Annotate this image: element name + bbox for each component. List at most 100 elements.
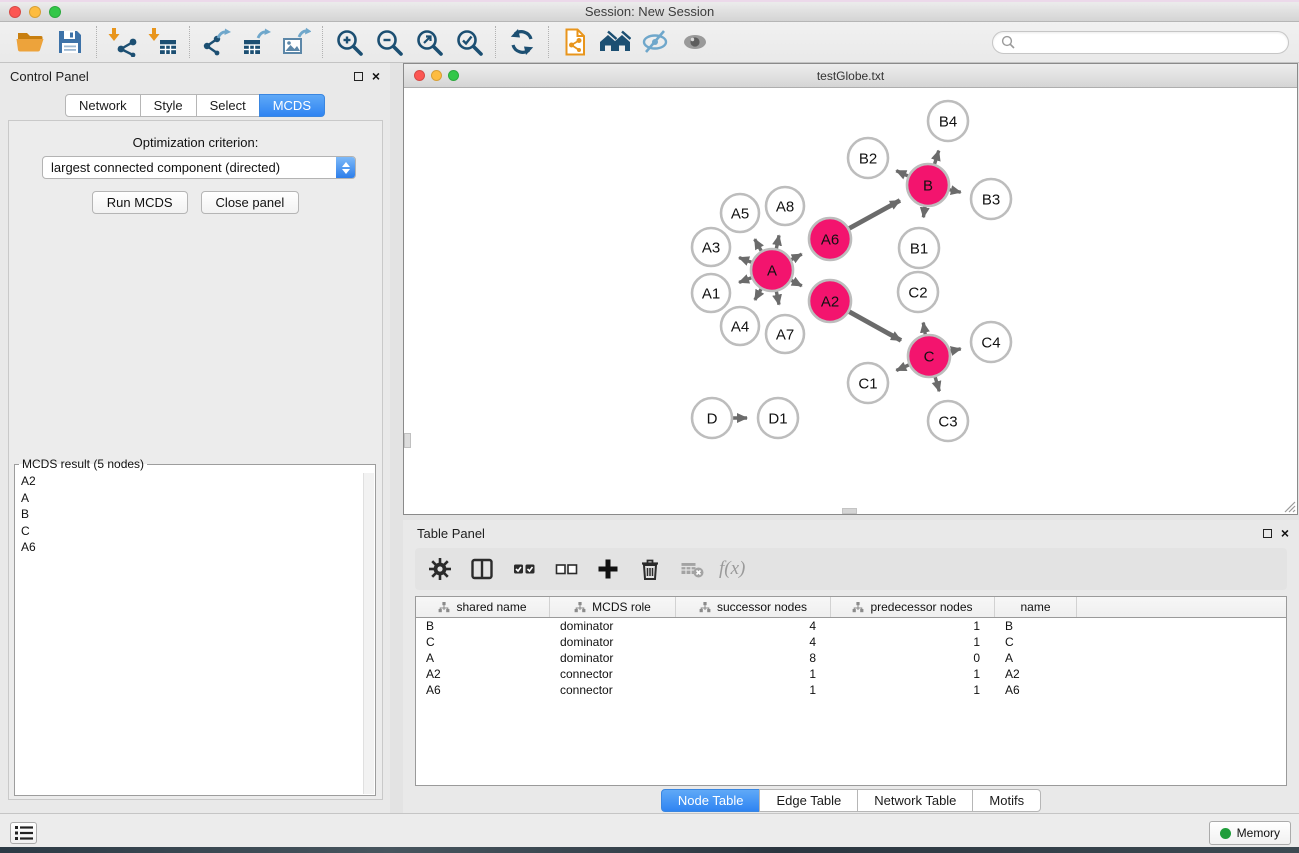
close-panel-button[interactable]: Close panel (201, 191, 300, 214)
graph-node-C3[interactable]: C3 (928, 401, 968, 441)
graph-node-D[interactable]: D (692, 398, 732, 438)
criterion-select[interactable]: largest connected component (directed) (42, 156, 356, 179)
column-header-shared-name[interactable]: shared name (416, 597, 550, 617)
zoom-selected-button[interactable] (449, 24, 489, 60)
graph-node-C4[interactable]: C4 (971, 322, 1011, 362)
graph-node-A1[interactable]: A1 (692, 274, 730, 312)
save-session-button[interactable] (50, 24, 90, 60)
table-cell[interactable]: B (416, 618, 550, 634)
tab-mcds[interactable]: MCDS (259, 94, 325, 117)
vertical-scroll-nub[interactable] (404, 433, 411, 448)
table-cell[interactable]: 1 (676, 682, 831, 698)
tab-select[interactable]: Select (196, 94, 260, 117)
import-table-button[interactable] (143, 24, 183, 60)
table-row[interactable]: Bdominator41B (416, 618, 1286, 634)
run-mcds-button[interactable]: Run MCDS (92, 191, 188, 214)
mcds-result-item[interactable]: C (16, 523, 362, 540)
graph-node-B4[interactable]: B4 (928, 101, 968, 141)
graph-node-A[interactable]: A (751, 249, 793, 291)
table-cell[interactable]: A (995, 650, 1077, 666)
graph-node-B1[interactable]: B1 (899, 228, 939, 268)
deselect-all-columns-button[interactable] (549, 552, 583, 586)
add-column-button[interactable] (591, 552, 625, 586)
tab-node-table[interactable]: Node Table (661, 789, 761, 812)
column-header-name[interactable]: name (995, 597, 1077, 617)
tab-edge-table[interactable]: Edge Table (759, 789, 858, 812)
show-all-button[interactable] (675, 24, 715, 60)
graph-node-A8[interactable]: A8 (766, 187, 804, 225)
graph-node-A7[interactable]: A7 (766, 315, 804, 353)
table-cell[interactable]: connector (550, 666, 676, 682)
float-panel-icon[interactable] (354, 72, 363, 81)
graph-node-B2[interactable]: B2 (848, 138, 888, 178)
table-row[interactable]: A6connector11A6 (416, 682, 1286, 698)
import-network-button[interactable] (103, 24, 143, 60)
mcds-result-item[interactable]: B (16, 506, 362, 523)
resize-grip[interactable] (1283, 500, 1296, 513)
tab-network-table[interactable]: Network Table (857, 789, 973, 812)
table-cell[interactable]: 1 (831, 634, 995, 650)
table-cell[interactable]: A (416, 650, 550, 666)
show-columns-button[interactable] (465, 552, 499, 586)
function-builder-button[interactable]: f(x) (719, 558, 745, 580)
graph-node-C2[interactable]: C2 (898, 272, 938, 312)
memory-button[interactable]: Memory (1209, 821, 1291, 845)
table-cell[interactable]: C (416, 634, 550, 650)
float-table-panel-icon[interactable] (1263, 529, 1272, 538)
table-cell[interactable]: 1 (676, 666, 831, 682)
hide-selected-button[interactable] (635, 24, 675, 60)
table-cell[interactable]: connector (550, 682, 676, 698)
table-cell[interactable]: 8 (676, 650, 831, 666)
table-cell[interactable]: B (995, 618, 1077, 634)
close-panel-icon[interactable]: × (372, 71, 380, 81)
zoom-in-button[interactable] (329, 24, 369, 60)
close-table-panel-icon[interactable]: × (1281, 528, 1289, 538)
table-cell[interactable]: dominator (550, 650, 676, 666)
delete-table-button[interactable] (675, 552, 709, 586)
graph-node-C1[interactable]: C1 (848, 363, 888, 403)
graph-node-D1[interactable]: D1 (758, 398, 798, 438)
mcds-result-item[interactable]: A (16, 490, 362, 507)
table-cell[interactable]: 1 (831, 666, 995, 682)
search-input[interactable] (1015, 35, 1280, 49)
export-network-button[interactable] (196, 24, 236, 60)
column-header-predecessor-nodes[interactable]: predecessor nodes (831, 597, 995, 617)
table-cell[interactable]: A6 (416, 682, 550, 698)
tab-motifs[interactable]: Motifs (972, 789, 1041, 812)
network-from-document-button[interactable] (555, 24, 595, 60)
open-file-button[interactable] (10, 24, 50, 60)
graph-node-A5[interactable]: A5 (721, 194, 759, 232)
table-cell[interactable]: 4 (676, 634, 831, 650)
column-header-successor-nodes[interactable]: successor nodes (676, 597, 831, 617)
task-history-button[interactable] (10, 822, 37, 844)
graph-node-C[interactable]: C (908, 335, 950, 377)
refresh-layout-button[interactable] (502, 24, 542, 60)
table-cell[interactable]: 4 (676, 618, 831, 634)
first-neighbors-button[interactable] (595, 24, 635, 60)
graph-node-A3[interactable]: A3 (692, 228, 730, 266)
table-cell[interactable]: A2 (416, 666, 550, 682)
table-cell[interactable]: dominator (550, 618, 676, 634)
graph-node-A6[interactable]: A6 (809, 218, 851, 260)
tab-network[interactable]: Network (65, 94, 141, 117)
horizontal-scroll-nub[interactable] (842, 508, 857, 514)
table-row[interactable]: A2connector11A2 (416, 666, 1286, 682)
zoom-fit-button[interactable] (409, 24, 449, 60)
graph-node-A4[interactable]: A4 (721, 307, 759, 345)
select-all-columns-button[interactable] (507, 552, 541, 586)
table-cell[interactable]: 1 (831, 682, 995, 698)
graph-node-B[interactable]: B (907, 164, 949, 206)
table-cell[interactable]: A2 (995, 666, 1077, 682)
mcds-result-item[interactable]: A6 (16, 539, 362, 556)
export-table-button[interactable] (236, 24, 276, 60)
table-cell[interactable]: 1 (831, 618, 995, 634)
export-image-button[interactable] (276, 24, 316, 60)
table-cell[interactable]: A6 (995, 682, 1077, 698)
graph-node-B3[interactable]: B3 (971, 179, 1011, 219)
network-canvas[interactable]: B4B2BB3A5A8A6A3B1AA1C2A2A4A7C4CC1C3DD1 (404, 88, 1297, 514)
column-header-mcds-role[interactable]: MCDS role (550, 597, 676, 617)
graph-edge-A6-B[interactable] (847, 200, 900, 229)
mcds-list-scrollbar[interactable] (363, 473, 374, 794)
graph-edge-A2-C[interactable] (847, 310, 901, 340)
tab-style[interactable]: Style (140, 94, 197, 117)
